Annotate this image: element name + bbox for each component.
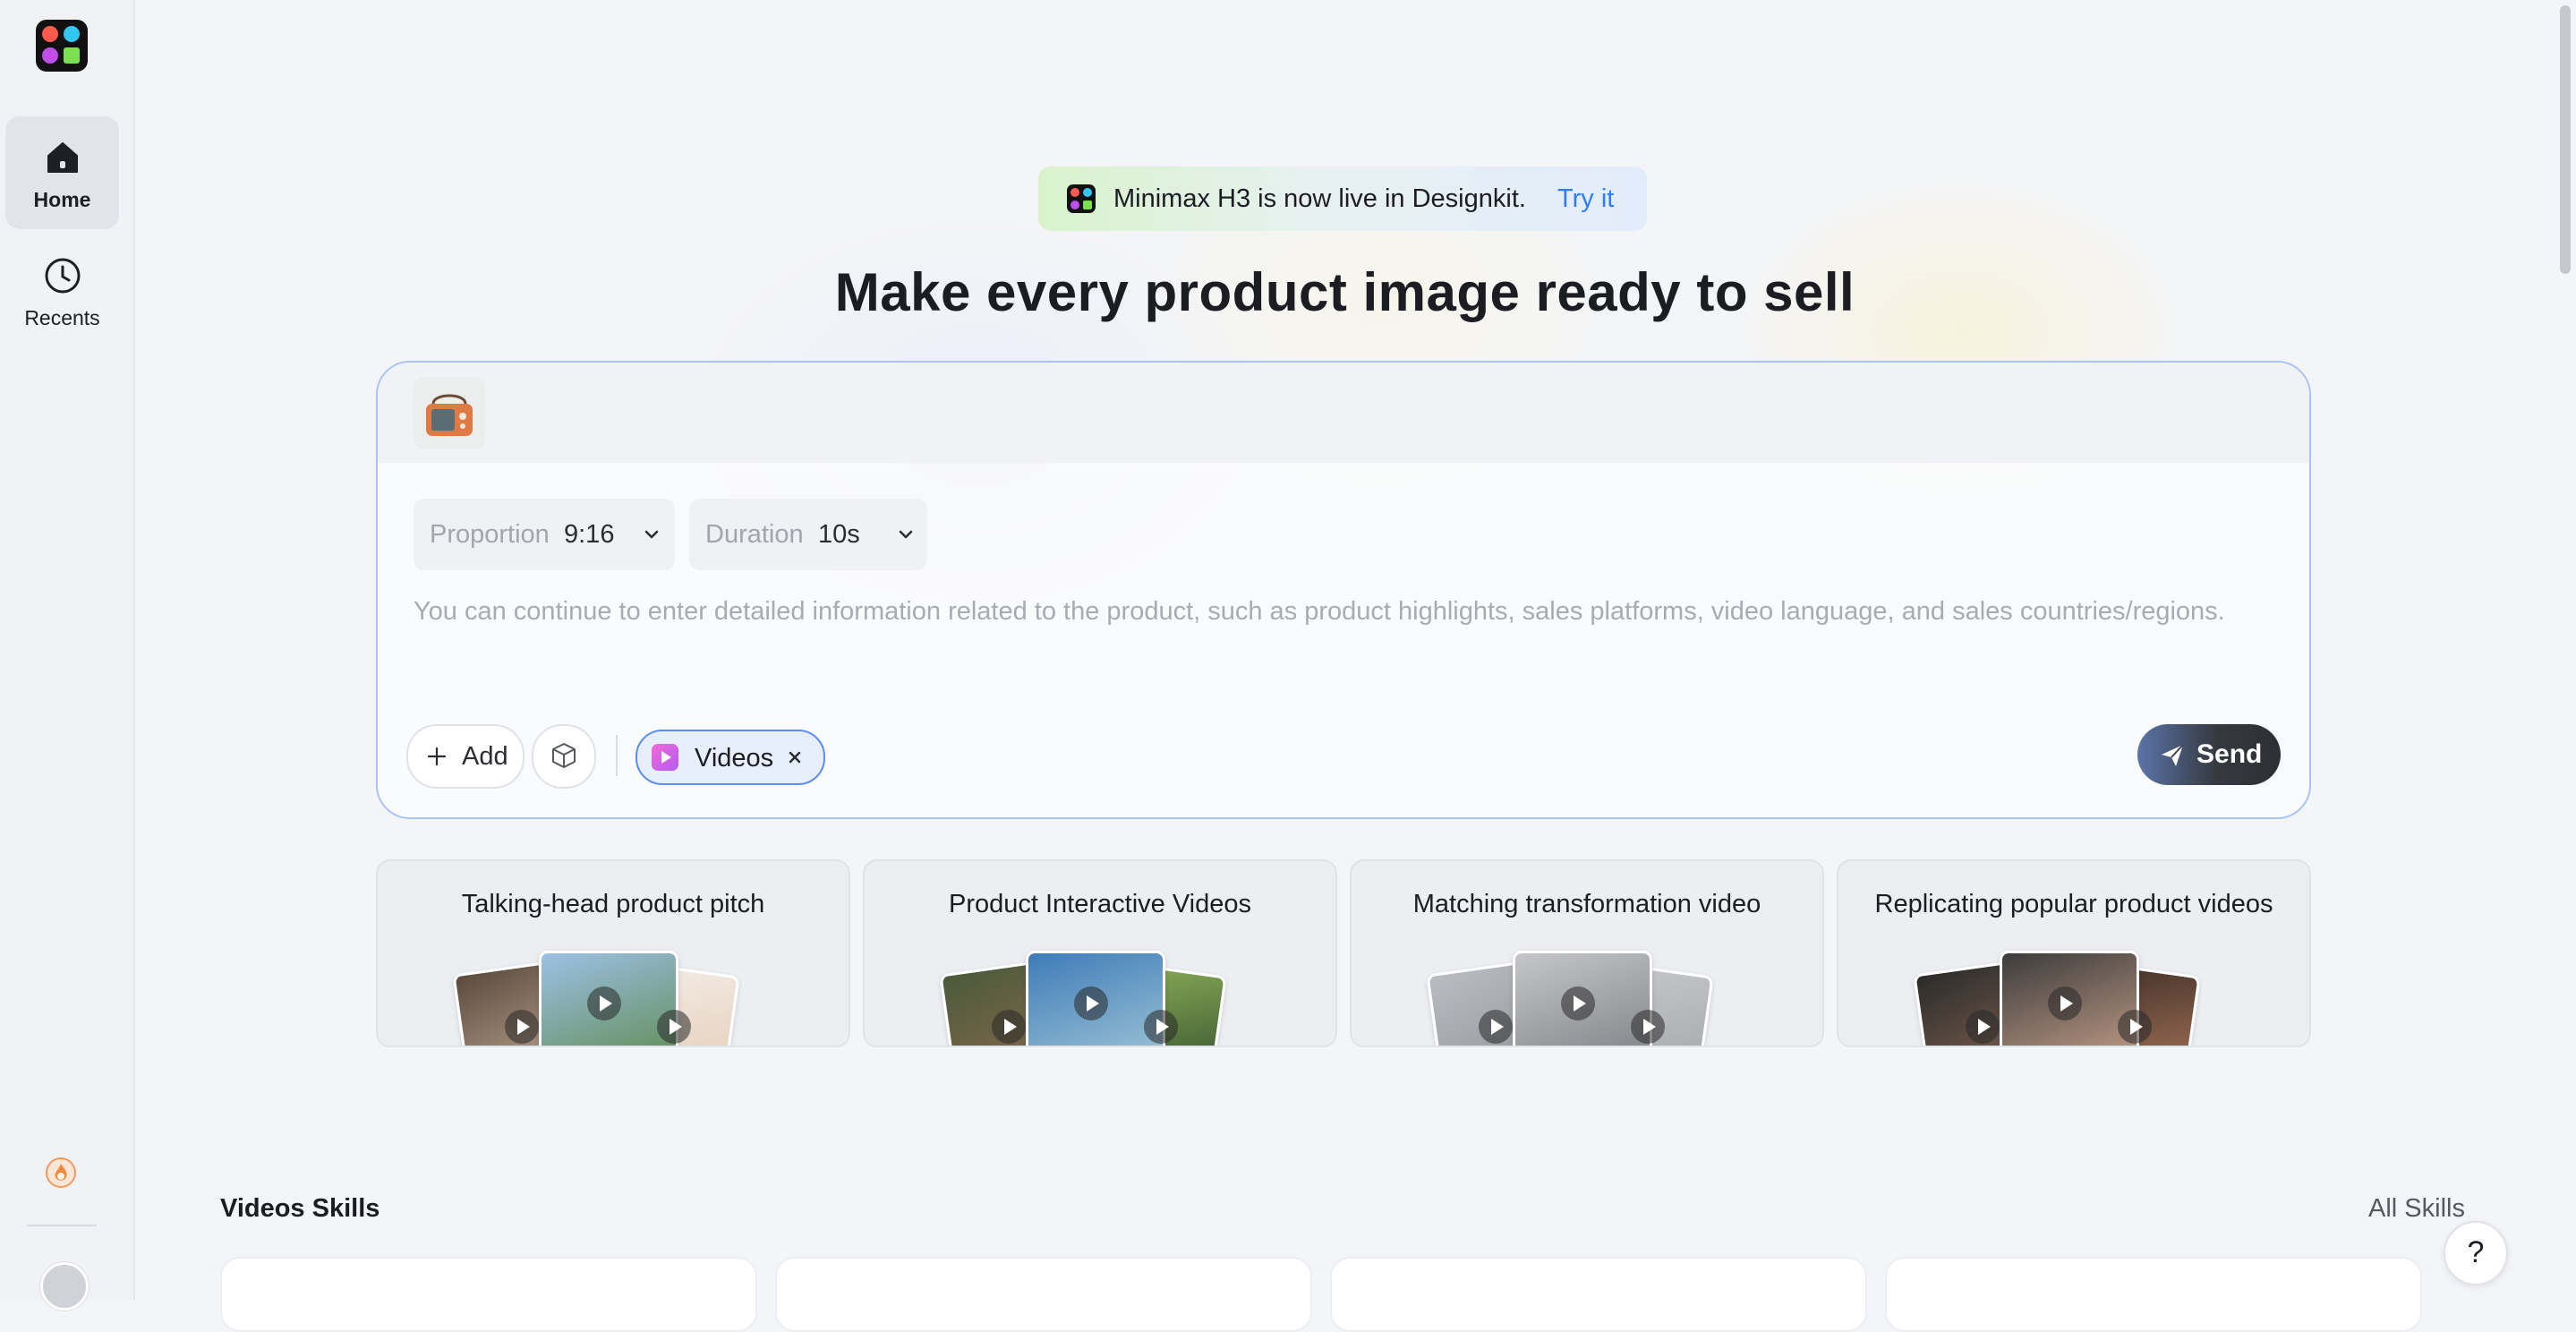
app-logo[interactable]	[36, 20, 88, 72]
product-details-input[interactable]: You can continue to enter detailed infor…	[414, 597, 2275, 627]
send-button[interactable]: Send	[2137, 724, 2281, 785]
duration-value: 10s	[818, 520, 860, 549]
videos-chip[interactable]: Videos	[635, 730, 825, 785]
sidebar-item-recents[interactable]: Recents	[5, 235, 119, 347]
skill-card-replicating[interactable]: Replicating popular product videos	[1837, 859, 2311, 1047]
skill-card-preview	[378, 947, 849, 1046]
close-icon[interactable]	[786, 748, 804, 766]
skill-card[interactable]	[1885, 1257, 2422, 1332]
avatar[interactable]	[40, 1262, 89, 1311]
duration-select[interactable]: Duration 10s	[689, 499, 927, 570]
sidebar-item-label: Recents	[24, 306, 100, 329]
skill-card[interactable]	[775, 1257, 1312, 1332]
skill-card-transformation[interactable]: Matching transformation video	[1350, 859, 1824, 1047]
help-button[interactable]: ?	[2444, 1221, 2508, 1285]
proportion-label: Proportion	[430, 520, 550, 549]
chip-label: Videos	[695, 744, 774, 773]
paper-plane-icon	[2162, 744, 2184, 766]
skill-card-title: Product Interactive Videos	[949, 890, 1251, 918]
add-button[interactable]: Add	[406, 724, 525, 789]
video-play-icon	[652, 744, 678, 771]
duration-label: Duration	[705, 520, 804, 549]
designkit-logo-icon	[1067, 184, 1096, 213]
skill-card-title: Matching transformation video	[1412, 890, 1761, 918]
chevron-down-icon	[644, 530, 659, 539]
flame-icon[interactable]	[45, 1157, 77, 1189]
all-skills-link[interactable]: All Skills	[2368, 1194, 2465, 1224]
home-icon	[47, 142, 78, 173]
sidebar: Home Recents	[0, 0, 135, 1311]
clock-icon	[45, 258, 81, 294]
skill-card-talking-head[interactable]: Talking-head product pitch	[376, 859, 850, 1047]
skill-card-title: Replicating popular product videos	[1874, 890, 2273, 918]
chevron-down-icon	[899, 530, 913, 539]
skill-card-preview	[1352, 947, 1822, 1046]
sidebar-divider	[27, 1225, 97, 1226]
announcement-banner: Minimax H3 is now live in Designkit. Try…	[1038, 166, 1647, 231]
3d-model-button[interactable]	[532, 724, 596, 789]
try-it-link[interactable]: Try it	[1557, 184, 1614, 214]
toolbar-divider	[616, 735, 618, 776]
banner-text: Minimax H3 is now live in Designkit.	[1113, 184, 1526, 213]
cube-icon	[552, 743, 576, 768]
sidebar-item-home[interactable]: Home	[5, 116, 119, 229]
sidebar-item-label: Home	[33, 188, 91, 211]
skill-card[interactable]	[1330, 1257, 1867, 1332]
skill-card-interactive[interactable]: Product Interactive Videos	[863, 859, 1337, 1047]
add-button-label: Add	[462, 742, 508, 771]
skill-card-preview	[865, 947, 1335, 1046]
prompt-composer: Proportion 9:16 Duration 10s You can con…	[376, 361, 2311, 819]
page-title: Make every product image ready to sell	[834, 262, 1855, 322]
proportion-value: 9:16	[564, 520, 615, 549]
plus-icon	[427, 747, 447, 766]
product-thumbnail[interactable]	[414, 377, 485, 448]
upload-area	[378, 363, 2309, 463]
skill-card-title: Talking-head product pitch	[461, 890, 765, 918]
section-title: Videos Skills	[220, 1194, 380, 1223]
scrollbar-thumb[interactable]	[2560, 5, 2571, 274]
proportion-select[interactable]: Proportion 9:16	[414, 499, 675, 570]
skill-card-preview	[1838, 947, 2309, 1046]
skill-card[interactable]	[220, 1257, 757, 1332]
send-label: Send	[2196, 739, 2263, 769]
